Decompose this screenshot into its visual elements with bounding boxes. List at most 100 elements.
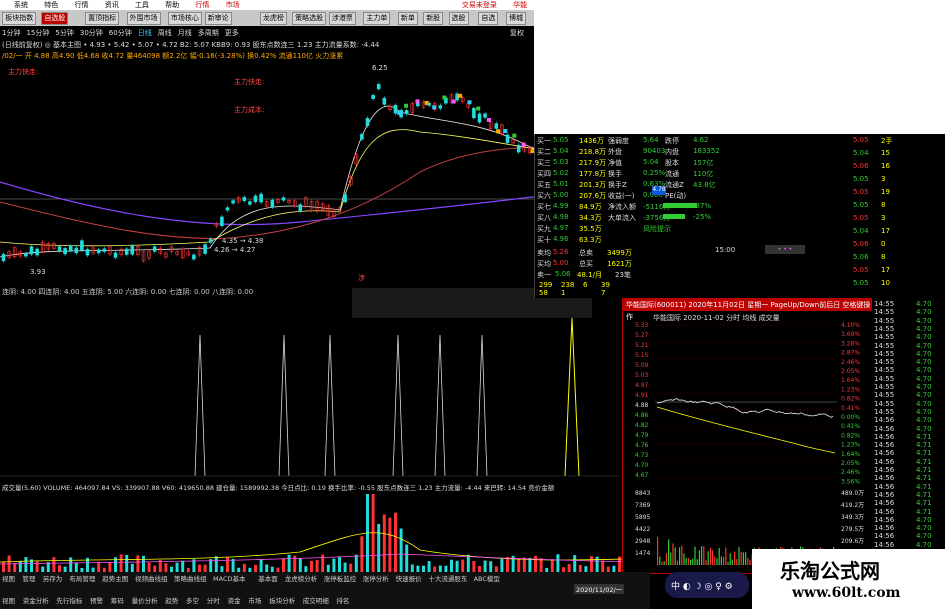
toolbar-button-2[interactable]: 置顶指标	[85, 12, 120, 25]
menu-item-quote[interactable]: 行情	[74, 1, 88, 9]
timeframe-tab-6[interactable]: 周线	[158, 29, 172, 37]
toolbar-button-13[interactable]: 自选	[478, 12, 499, 25]
quote-toggle[interactable]: • • •	[765, 245, 805, 254]
toolbar-button-5[interactable]: 新审论	[204, 12, 232, 25]
tick-time: 14:55	[874, 374, 895, 383]
toolbar-button-14[interactable]: 博城	[506, 12, 526, 25]
toolbar-button-3[interactable]: 外围市场	[126, 12, 161, 25]
toolbar-button-1[interactable]: 自选股	[41, 12, 69, 25]
book-sum-price: 5.00	[553, 259, 569, 267]
bottom-tab-12[interactable]: 快速报价	[396, 573, 422, 583]
toolbar-button-12[interactable]: 选股	[448, 12, 469, 25]
menu-item-help[interactable]: 帮助	[165, 1, 179, 9]
volume-bar	[119, 554, 123, 572]
bottom-subtab-1[interactable]: 资金分析	[23, 595, 49, 605]
bottom-tab-3[interactable]: 布局管理	[69, 573, 95, 583]
bottom-tab-0[interactable]: 视图	[2, 573, 15, 583]
intraday-window[interactable]: 华能国际(600011) 2020年11月02日 星期一 PageUp/Down…	[622, 298, 874, 574]
toolbar-button-6[interactable]: 龙虎榜	[259, 12, 287, 25]
bottom-subtab-0[interactable]: 视图	[2, 595, 15, 605]
candle-body	[298, 204, 303, 212]
timeframe-tab-5[interactable]: 日线	[138, 29, 152, 37]
bottom-tab-7[interactable]: MACD基本	[213, 573, 245, 583]
volume-bar	[450, 559, 453, 572]
bottom-tab-8[interactable]: 基本面	[258, 573, 278, 583]
book-sum-value: 1621万	[607, 260, 632, 268]
bottom-tab-13[interactable]: 十大流通股东	[428, 573, 467, 583]
timeframe-tab-8[interactable]: 多周期	[198, 29, 219, 37]
minute-price-tick: 5.09	[635, 362, 649, 369]
tick-price: 4.70	[916, 333, 932, 342]
tick-price: 4.70	[916, 324, 932, 333]
menu-item-tools[interactable]: 工具	[135, 1, 149, 9]
bottom-subtab-10[interactable]: 市场	[248, 595, 261, 605]
login-status[interactable]: 交易未登录	[462, 1, 497, 9]
menu-item-system[interactable]: 系统	[14, 1, 28, 9]
book-sum-label: 买均	[537, 260, 551, 268]
timeframe-tab-7[interactable]: 月线	[178, 29, 192, 37]
bottom-subtab-12[interactable]: 成交明细	[303, 595, 329, 605]
bottom-subtab-4[interactable]: 筹码	[111, 595, 124, 605]
volume-bar	[455, 560, 459, 572]
tick-time: 14:56	[874, 432, 895, 441]
minute-pct-tick: 0.41%	[841, 405, 860, 412]
toolbar-button-4[interactable]: 市场核心	[167, 12, 202, 25]
spike-line	[324, 334, 336, 477]
bottom-tab-11[interactable]: 涨停分析	[363, 573, 389, 583]
menu-item-news[interactable]: 资讯	[105, 1, 119, 9]
minute-volume-bar	[665, 553, 667, 565]
toolbar-button-0[interactable]: 板块指数	[2, 12, 37, 25]
timeframe-tab-3[interactable]: 30分钟	[80, 29, 103, 37]
bottom-subtab-5[interactable]: 量价分析	[132, 595, 158, 605]
bottom-subtab-8[interactable]: 分时	[207, 595, 220, 605]
play-icon[interactable]: 中 ◐ ☽ ◎ ♀ ⚙	[671, 579, 733, 592]
bottom-tab-4[interactable]: 趋势主图	[102, 573, 128, 583]
bottom-tab-1[interactable]: 管理	[22, 573, 35, 583]
timeframe-tab-4[interactable]: 60分钟	[109, 29, 132, 37]
minute-volume-bar	[696, 559, 698, 565]
menu-quote-tag[interactable]: 行情	[195, 1, 209, 9]
bottom-tab-9[interactable]: 龙虎榜分析	[285, 573, 318, 583]
toolbar-button-10[interactable]: 新单	[397, 12, 418, 25]
menu-market-tag[interactable]: 市场	[226, 1, 240, 9]
timeframe-tab-1[interactable]: 15分钟	[26, 29, 49, 37]
timeframe-tab-0[interactable]: 1分钟	[2, 29, 20, 37]
bottom-subtab-9[interactable]: 资金	[228, 595, 241, 605]
tick-time: 14:56	[874, 474, 895, 483]
intraday-chart[interactable]: 5.33 5.27 5.21 5.15 5.09 5.03 4.97 4.91 4.88 4.86…	[623, 321, 873, 573]
minute-volume-right-tick: 419.2万	[841, 502, 864, 509]
timeframe-tab-9[interactable]: 更多	[225, 29, 239, 37]
toolbar-button-9[interactable]: 主力单	[363, 12, 391, 25]
restore-button[interactable]: 复权	[510, 28, 524, 38]
intraday-title[interactable]: 华能国际(600011) 2020年11月02日 星期一 PageUp/Down…	[623, 299, 873, 321]
candle-body	[438, 105, 443, 109]
bottom-subtab-2[interactable]: 先行指标	[56, 595, 82, 605]
candle-body	[24, 253, 28, 257]
timeframe-tab-2[interactable]: 5分钟	[55, 29, 73, 37]
spike-indicator-chart[interactable]	[0, 300, 620, 480]
bottom-tab-14[interactable]: ABC模型	[474, 573, 500, 583]
volume-chart[interactable]	[0, 492, 650, 574]
menu-item-special[interactable]: 特色	[44, 1, 58, 9]
bottom-subtab-11[interactable]: 板块分析	[269, 595, 295, 605]
volume-bar	[595, 556, 599, 572]
volume-header: 成交量(5,60) VOLUME: 464097.84 VS: 339907.8…	[2, 484, 555, 492]
bottom-subtab-3[interactable]: 预警	[90, 595, 103, 605]
toolbar-button-8[interactable]: 涉港票	[328, 12, 356, 25]
minute-volume-bar	[685, 558, 687, 565]
bottom-subtab-13[interactable]: 排名	[336, 595, 349, 605]
toolbar-button-7[interactable]: 策略选股	[292, 12, 327, 25]
toolbar-button-11[interactable]: 新股	[423, 12, 444, 25]
playback-control[interactable]: 中 ◐ ☽ ◎ ♀ ⚙	[665, 572, 749, 598]
bottom-tab-10[interactable]: 涨停板监控	[324, 573, 357, 583]
bottom-tab-6[interactable]: 策略曲线组	[174, 573, 207, 583]
bottom-tab-2[interactable]: 另存为	[43, 573, 63, 583]
tick-list[interactable]: 14:55 4.70 14:55 4.70 14:55 4.70 14:55 4.70 14:5…	[872, 298, 945, 549]
volume-bar	[226, 557, 229, 572]
tick-price: 4.71	[916, 499, 932, 508]
bottom-subtab-7[interactable]: 多空	[186, 595, 199, 605]
volume-bar	[231, 558, 235, 572]
chart-header: 1分钟 15分钟 5分钟 30分钟 60分钟 日线 周线 月线 多周期 更多 复权 (日线前复权)…	[0, 26, 534, 62]
bottom-subtab-6[interactable]: 趋势	[165, 595, 178, 605]
bottom-tab-5[interactable]: 视频曲线组	[135, 573, 168, 583]
